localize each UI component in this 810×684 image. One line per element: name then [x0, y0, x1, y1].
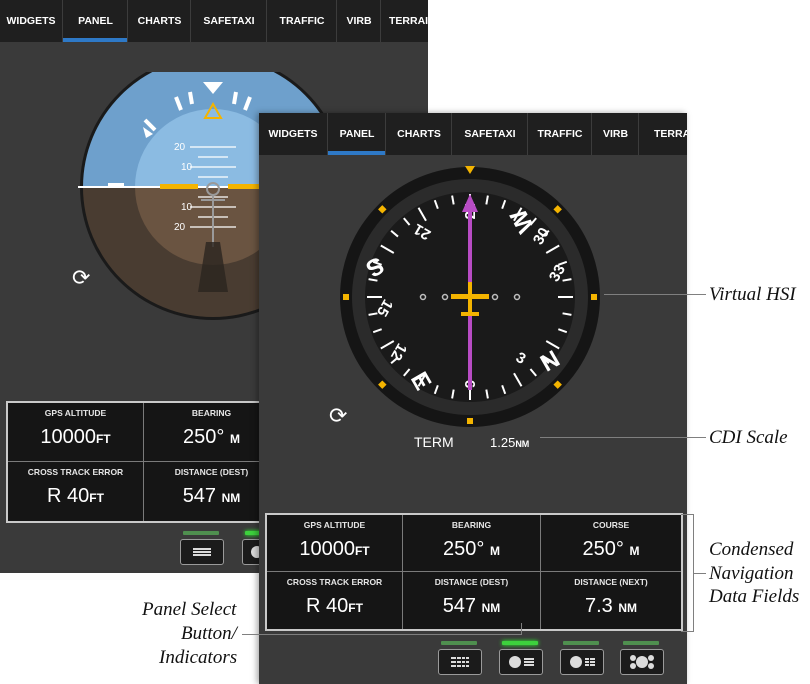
field-value: 10000FT	[40, 426, 111, 448]
virtual-hsi: W N E S 24 30 33 3 6 12 15 21	[340, 166, 600, 427]
data-field-cross-track-error[interactable]: CROSS TRACK ERROR R 40FT	[8, 462, 143, 520]
leader-line	[242, 634, 521, 635]
pitch-label: 20	[174, 222, 186, 233]
field-value: R 40FT	[47, 485, 104, 507]
data-field-cross-track-error[interactable]: CROSS TRACK ERROR R 40FT	[267, 572, 402, 628]
callout-data-fields-2: Navigation	[709, 563, 794, 584]
bezel-marker	[591, 294, 597, 300]
tab-bar: WIDGETS PANEL CHARTS SAFETAXI TRAFFIC VI…	[259, 113, 687, 155]
tab-label: PANEL	[339, 128, 375, 140]
field-value: 547 NM	[442, 595, 501, 617]
front-screen: WIDGETS PANEL CHARTS SAFETAXI TRAFFIC VI…	[259, 113, 687, 684]
field-label: GPS ALTITUDE	[44, 408, 107, 418]
data-field-gps-altitude[interactable]: GPS ALTITUDE 10000FT	[267, 515, 402, 571]
tab-label: PANEL	[78, 15, 113, 27]
bezel-marker	[467, 418, 473, 424]
leader-line	[521, 623, 522, 635]
field-value: 250° M	[582, 538, 640, 560]
panel-indicator	[623, 641, 659, 645]
data-field-bearing[interactable]: BEARING 250° M	[403, 515, 540, 571]
multi-gauge-icon	[630, 655, 654, 669]
data-field-distance-dest[interactable]: DISTANCE (DEST) 547 NM	[403, 572, 540, 628]
data-grid-icon	[451, 657, 469, 667]
tab-traffic[interactable]: TRAFFIC	[266, 0, 337, 42]
field-label: DISTANCE (NEXT)	[574, 577, 648, 587]
tab-traffic[interactable]: TRAFFIC	[527, 113, 592, 155]
tab-bar: WIDGETS PANEL CHARTS SAFETAXI TRAFFIC VI…	[0, 0, 428, 42]
field-value: 250° M	[443, 538, 500, 560]
leader-line	[681, 514, 693, 515]
tab-virb[interactable]: VIRB	[591, 113, 639, 155]
callout-virtual-hsi: Virtual HSI	[709, 284, 796, 305]
callout-panel-select-1: Panel Select	[142, 599, 237, 620]
panel-select-button-3[interactable]	[560, 649, 604, 675]
leader-line	[693, 573, 706, 574]
panel-select-button-2[interactable]	[499, 649, 543, 675]
callout-cdi-scale: CDI Scale	[709, 427, 788, 448]
bezel-marker	[343, 294, 349, 300]
tab-widgets[interactable]: WIDGETS	[259, 113, 327, 155]
tab-charts[interactable]: CHARTS	[385, 113, 452, 155]
field-label: CROSS TRACK ERROR	[286, 577, 383, 587]
tab-virb[interactable]: VIRB	[336, 0, 381, 42]
tab-terrain[interactable]: TERRAIN	[380, 0, 428, 42]
leader-line	[540, 437, 706, 438]
active-tab-indicator	[63, 38, 128, 42]
pitch-label: 10	[181, 162, 193, 173]
data-field-course[interactable]: COURSE 250° M	[541, 515, 681, 571]
leader-line	[681, 631, 693, 632]
tab-widgets[interactable]: WIDGETS	[0, 0, 62, 42]
tab-safetaxi[interactable]: SAFETAXI	[451, 113, 528, 155]
tab-terrain[interactable]: TERRAIN	[638, 113, 687, 155]
panel-indicator	[441, 641, 477, 645]
gauge-list-icon	[509, 656, 534, 668]
panel-select-button-4[interactable]	[620, 649, 664, 675]
field-label: DISTANCE (DEST)	[434, 577, 509, 587]
callout-data-fields-3: Data Fields	[709, 586, 800, 607]
tab-charts[interactable]: CHARTS	[127, 0, 191, 42]
field-label: COURSE	[592, 520, 630, 530]
field-value: R 40FT	[306, 595, 363, 617]
field-label: BEARING	[451, 520, 492, 530]
callout-data-fields-1: Condensed	[709, 539, 794, 560]
cdi-scale: 1.25NM	[490, 435, 530, 450]
grid-icon	[193, 548, 211, 556]
pitch-label: 20	[174, 142, 186, 153]
rotate-icon[interactable]: ⟳	[72, 265, 90, 291]
tab-safetaxi[interactable]: SAFETAXI	[190, 0, 267, 42]
panel-select-button-1[interactable]	[438, 649, 482, 675]
field-value: 7.3 NM	[584, 595, 638, 617]
pitch-label: 10	[181, 202, 193, 213]
rotate-icon[interactable]: ⟳	[329, 403, 347, 429]
field-value: 10000FT	[299, 538, 370, 560]
field-label: GPS ALTITUDE	[303, 520, 366, 530]
callout-panel-select-2: Button/	[181, 623, 237, 644]
panel-select-button-1[interactable]	[180, 539, 224, 565]
data-field-gps-altitude[interactable]: GPS ALTITUDE 10000FT	[8, 403, 143, 461]
data-field-distance-next[interactable]: DISTANCE (NEXT) 7.3 NM	[541, 572, 681, 628]
callout-panel-select-3: Indicators	[159, 647, 238, 668]
panel-indicator	[183, 531, 219, 535]
panel-indicator-active	[502, 641, 538, 645]
panel-indicator	[563, 641, 599, 645]
tab-panel[interactable]: PANEL	[327, 113, 386, 155]
field-label: CROSS TRACK ERROR	[27, 467, 124, 477]
leader-line	[604, 294, 706, 295]
cdi-mode: TERM	[414, 434, 454, 450]
tab-panel[interactable]: PANEL	[62, 0, 128, 42]
active-tab-indicator	[328, 151, 386, 155]
condensed-navigation-data-fields: GPS ALTITUDE 10000FT BEARING 250° M COUR…	[265, 513, 683, 631]
gauge-grid-icon	[570, 656, 595, 668]
